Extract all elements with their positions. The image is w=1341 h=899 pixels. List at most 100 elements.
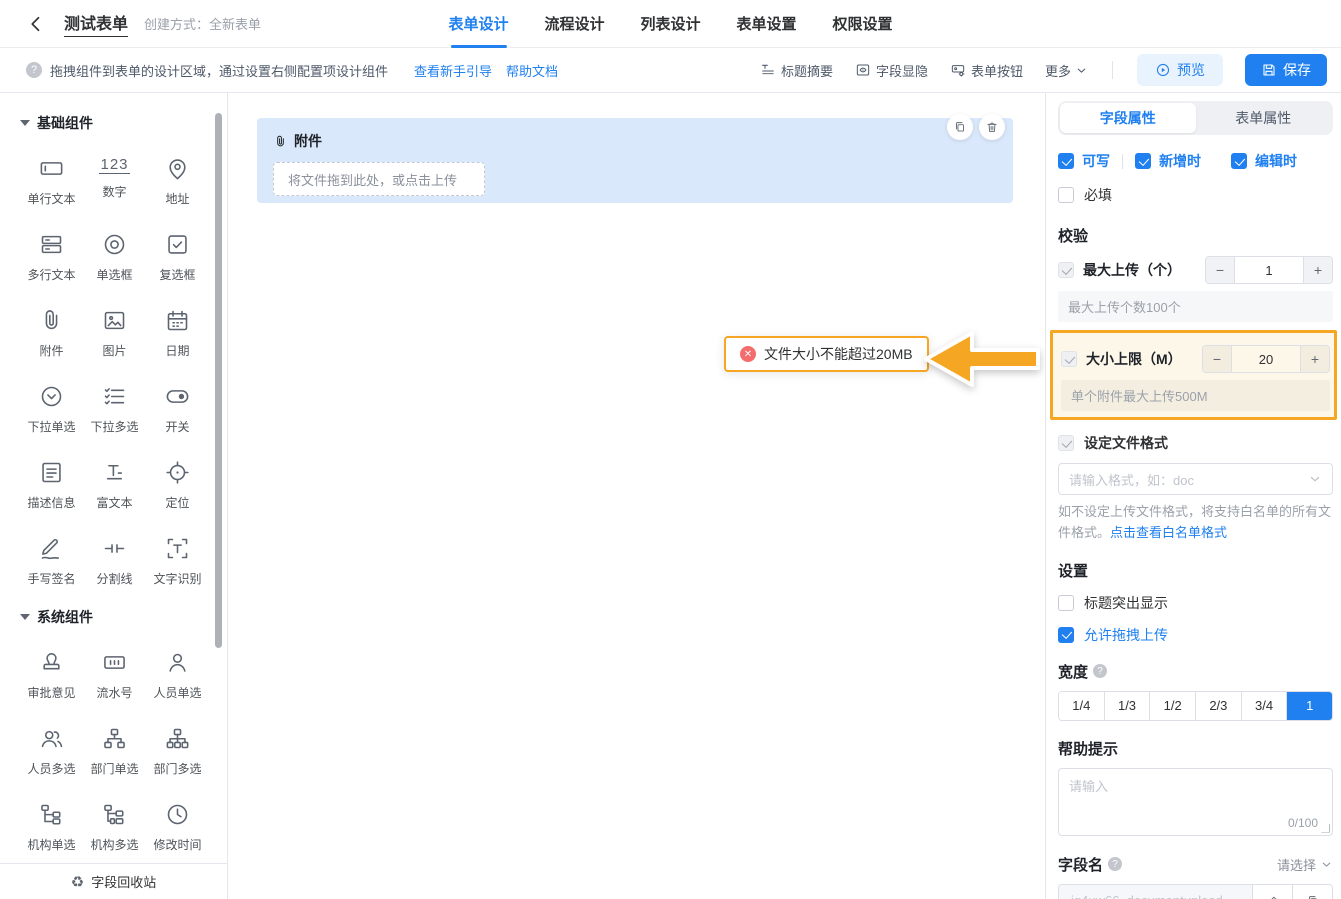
copy-field-button[interactable] bbox=[947, 114, 973, 140]
component-deptm[interactable]: 部门多选 bbox=[146, 725, 209, 777]
title-highlight-checkbox[interactable] bbox=[1058, 595, 1074, 611]
component-label: 地址 bbox=[165, 190, 189, 207]
permission-on-create[interactable]: 新增时 bbox=[1135, 151, 1201, 171]
whitelist-link[interactable]: 点击查看白名单格式 bbox=[1110, 525, 1227, 540]
panel-tab-form-props[interactable]: 表单属性 bbox=[1196, 103, 1332, 133]
decrement-button[interactable]: − bbox=[1206, 257, 1234, 283]
field-visibility-action[interactable]: 字段显隐 bbox=[855, 61, 928, 80]
component-org[interactable]: 机构单选 bbox=[20, 801, 83, 853]
component-sign[interactable]: 手写签名 bbox=[20, 535, 83, 587]
component-label: 单选框 bbox=[96, 266, 132, 283]
writable-checkbox[interactable] bbox=[1058, 153, 1074, 169]
component-rich[interactable]: 富文本 bbox=[83, 459, 146, 511]
component-dept[interactable]: 部门单选 bbox=[83, 725, 146, 777]
more-menu[interactable]: 更多 bbox=[1045, 61, 1088, 80]
field-name-input[interactable] bbox=[1059, 885, 1252, 899]
max-size-limit-stepper: − 20 + bbox=[1202, 345, 1330, 373]
component-desc[interactable]: 描述信息 bbox=[20, 459, 83, 511]
stepper-value[interactable]: 20 bbox=[1231, 346, 1301, 372]
required-checkbox-row[interactable]: 必填 bbox=[1058, 185, 1333, 205]
tab-form-design[interactable]: 表单设计 bbox=[448, 0, 508, 48]
component-attach[interactable]: 附件 bbox=[20, 307, 83, 359]
form-button-action[interactable]: 表单按钮 bbox=[950, 61, 1023, 80]
component-serial[interactable]: 流水号 bbox=[83, 649, 146, 701]
form-title[interactable]: 测试表单 bbox=[64, 10, 128, 37]
format-checkbox[interactable] bbox=[1058, 435, 1074, 451]
upload-dropzone[interactable]: 将文件拖到此处，或点击上传 bbox=[273, 162, 485, 196]
copy-field-name-button[interactable] bbox=[1292, 885, 1332, 899]
component-checkbox[interactable]: 复选框 bbox=[146, 231, 209, 283]
component-input[interactable]: 单行文本 bbox=[20, 155, 83, 207]
on-create-checkbox[interactable] bbox=[1135, 153, 1151, 169]
required-checkbox[interactable] bbox=[1058, 187, 1074, 203]
on-edit-checkbox[interactable] bbox=[1231, 153, 1247, 169]
component-selectmulti[interactable]: 下拉多选 bbox=[83, 383, 146, 435]
width-option-1-4[interactable]: 1/4 bbox=[1059, 692, 1105, 720]
format-checkbox-row[interactable]: 设定文件格式 bbox=[1058, 433, 1333, 453]
save-button[interactable]: 保存 bbox=[1245, 54, 1327, 86]
field-name-select[interactable]: 请选择 bbox=[1277, 855, 1333, 874]
section-header[interactable]: 基础组件 bbox=[20, 113, 209, 133]
title-abstract-action[interactable]: 标题摘要 bbox=[760, 61, 833, 80]
width-help-icon[interactable]: ? bbox=[1093, 664, 1107, 678]
form-canvas[interactable]: 附件 将文件拖到此处，或点击上传 ✕ 文件大小不能超过20MB bbox=[228, 93, 1045, 899]
recycle-icon: ♻ bbox=[71, 873, 84, 891]
help-tip-textarea[interactable]: 请输入 0/100 bbox=[1058, 768, 1333, 836]
section-header[interactable]: 系统组件 bbox=[20, 607, 209, 627]
component-date[interactable]: 日期 bbox=[146, 307, 209, 359]
component-radio[interactable]: 单选框 bbox=[83, 231, 146, 283]
field-recycle-bin[interactable]: ♻ 字段回收站 bbox=[0, 863, 227, 899]
component-number[interactable]: 123数字 bbox=[83, 155, 146, 207]
copy-icon bbox=[953, 120, 967, 134]
component-person[interactable]: 人员单选 bbox=[146, 649, 209, 701]
allow-drag-upload-checkbox[interactable] bbox=[1058, 627, 1074, 643]
width-option-3-4[interactable]: 3/4 bbox=[1242, 692, 1288, 720]
back-icon[interactable] bbox=[24, 12, 48, 36]
edit-field-name-button[interactable] bbox=[1252, 885, 1292, 899]
delete-field-button[interactable] bbox=[979, 114, 1005, 140]
increment-button[interactable]: + bbox=[1301, 346, 1329, 372]
increment-button[interactable]: + bbox=[1304, 257, 1332, 283]
setting-allow-drag-upload[interactable]: 允许拖拽上传 bbox=[1058, 625, 1333, 645]
max-upload-count-checkbox[interactable] bbox=[1058, 262, 1074, 278]
component-image[interactable]: 图片 bbox=[83, 307, 146, 359]
component-locate[interactable]: 定位 bbox=[146, 459, 209, 511]
selectone-icon bbox=[38, 383, 65, 410]
resize-handle-icon[interactable] bbox=[1321, 824, 1330, 833]
preview-button[interactable]: 预览 bbox=[1137, 54, 1223, 86]
decrement-button[interactable]: − bbox=[1203, 346, 1231, 372]
sidebar-scrollbar[interactable] bbox=[215, 95, 222, 859]
component-clock[interactable]: 修改时间 bbox=[146, 801, 209, 853]
tab-form-settings[interactable]: 表单设置 bbox=[737, 0, 797, 48]
width-option-1-2[interactable]: 1/2 bbox=[1150, 692, 1196, 720]
field-name-help-icon[interactable]: ? bbox=[1108, 857, 1122, 871]
beginner-guide-link[interactable]: 查看新手引导 bbox=[414, 61, 492, 80]
format-input[interactable]: 请输入格式，如：doc bbox=[1058, 463, 1333, 495]
component-approve[interactable]: 审批意见 bbox=[20, 649, 83, 701]
permission-writable[interactable]: 可写 bbox=[1058, 151, 1110, 171]
component-switch[interactable]: 开关 bbox=[146, 383, 209, 435]
max-size-limit-checkbox[interactable] bbox=[1061, 351, 1077, 367]
width-option-2-3[interactable]: 2/3 bbox=[1196, 692, 1242, 720]
tab-flow-design[interactable]: 流程设计 bbox=[544, 0, 604, 48]
component-textarea[interactable]: 多行文本 bbox=[20, 231, 83, 283]
permission-on-edit[interactable]: 编辑时 bbox=[1231, 151, 1297, 171]
component-label: 流水号 bbox=[96, 684, 132, 701]
tab-list-design[interactable]: 列表设计 bbox=[640, 0, 700, 48]
width-option-1[interactable]: 1 bbox=[1287, 692, 1332, 720]
permission-label: 编辑时 bbox=[1255, 151, 1297, 171]
component-divider[interactable]: 分割线 bbox=[83, 535, 146, 587]
setting-title-highlight[interactable]: 标题突出显示 bbox=[1058, 593, 1333, 613]
component-address[interactable]: 地址 bbox=[146, 155, 209, 207]
panel-tab-field-props[interactable]: 字段属性 bbox=[1060, 103, 1196, 133]
width-option-1-3[interactable]: 1/3 bbox=[1105, 692, 1151, 720]
help-doc-link[interactable]: 帮助文档 bbox=[506, 61, 558, 80]
char-counter: 0/100 bbox=[1288, 816, 1318, 830]
component-selectone[interactable]: 下拉单选 bbox=[20, 383, 83, 435]
attachment-field-card[interactable]: 附件 将文件拖到此处，或点击上传 bbox=[257, 118, 1013, 203]
component-ocr[interactable]: 文字识别 bbox=[146, 535, 209, 587]
stepper-value[interactable]: 1 bbox=[1234, 257, 1304, 283]
component-persons[interactable]: 人员多选 bbox=[20, 725, 83, 777]
tab-permission-settings[interactable]: 权限设置 bbox=[833, 0, 893, 48]
component-orgm[interactable]: 机构多选 bbox=[83, 801, 146, 853]
